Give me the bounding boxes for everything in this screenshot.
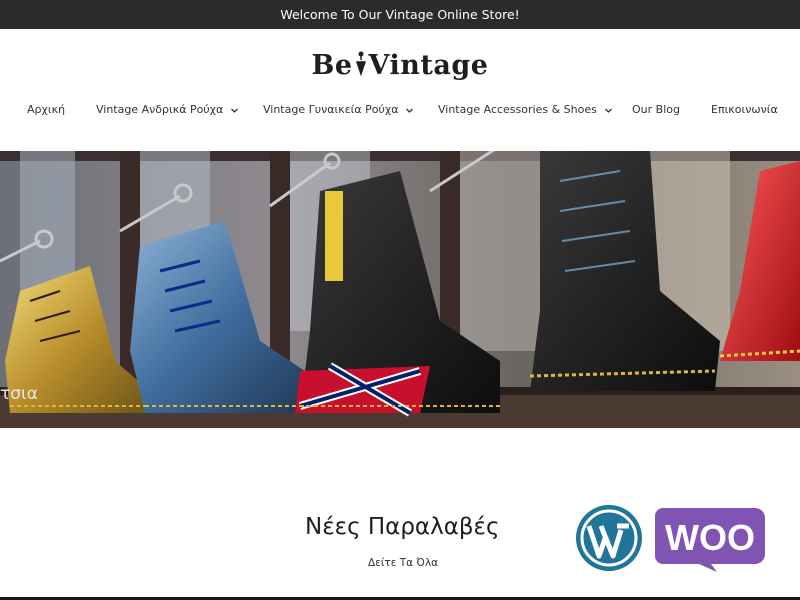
- announcement-bar: Welcome To Our Vintage Online Store!: [0, 0, 800, 29]
- logo-text-vintage: Vintage: [368, 50, 489, 81]
- boots-image: [0, 151, 800, 428]
- hero-caption: τσια: [0, 384, 38, 404]
- welcome-message: Welcome To Our Vintage Online Store!: [280, 7, 520, 22]
- nav-item-accessories-shoes[interactable]: Vintage Accessories & Shoes: [438, 103, 613, 116]
- woocommerce-icon: WOO: [655, 508, 765, 572]
- wordpress-icon: [575, 504, 643, 572]
- nav-item-contact[interactable]: Επικοινωνία: [711, 103, 778, 116]
- site-logo[interactable]: Be Vintage: [0, 50, 800, 83]
- nav-item-mens-clothing[interactable]: Vintage Ανδρικά Ρούχα: [96, 103, 239, 116]
- nav-item-label: Επικοινωνία: [711, 103, 778, 116]
- nav-item-womens-clothing[interactable]: Vintage Γυναικεία Ρούχα: [263, 103, 414, 116]
- main-navigation: Αρχική Vintage Ανδρικά Ρούχα Vintage Γυν…: [0, 103, 800, 125]
- nav-item-blog[interactable]: Our Blog: [632, 103, 680, 116]
- nav-item-label: Vintage Γυναικεία Ρούχα: [263, 103, 399, 116]
- chevron-down-icon: [604, 105, 613, 114]
- section-heading: Νέες Παραλαβές: [305, 514, 500, 540]
- chevron-down-icon: [230, 105, 239, 114]
- nav-item-label: Our Blog: [632, 103, 680, 116]
- chevron-down-icon: [405, 105, 414, 114]
- nav-item-label: Vintage Accessories & Shoes: [438, 103, 597, 116]
- hanger-icon: [355, 50, 366, 83]
- hero-banner: τσια: [0, 151, 800, 428]
- woo-badge-text: WOO: [665, 517, 755, 558]
- see-all-link[interactable]: Δείτε Τα Όλα: [368, 557, 438, 569]
- nav-item-label: Αρχική: [27, 103, 66, 116]
- nav-item-label: Vintage Ανδρικά Ρούχα: [96, 103, 224, 116]
- nav-item-home[interactable]: Αρχική: [27, 103, 65, 116]
- logo-text-be: Be: [311, 50, 353, 81]
